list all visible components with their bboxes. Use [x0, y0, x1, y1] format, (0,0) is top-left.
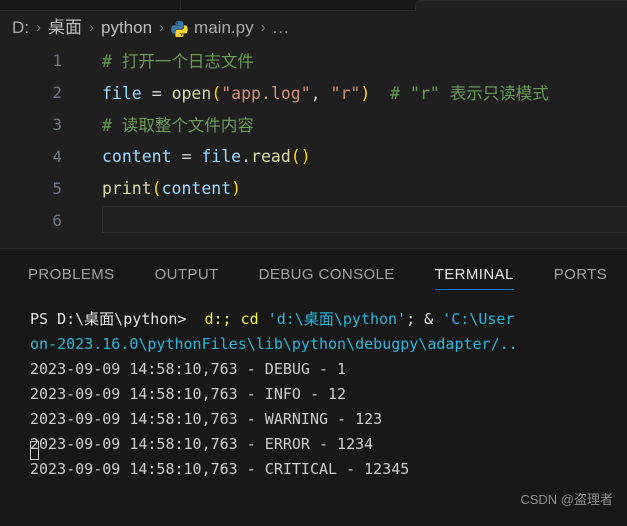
breadcrumb-separator: › [36, 19, 41, 36]
terminal-cursor [30, 441, 39, 460]
breadcrumb-overflow[interactable]: ... [273, 18, 290, 38]
watermark: CSDN @盗理者 [520, 492, 613, 507]
python-file-icon [171, 20, 188, 38]
code-token-paren: ) [231, 178, 242, 198]
code-line[interactable]: 6 [0, 204, 627, 236]
code-token-paren: ( [151, 178, 162, 198]
line-number: 4 [52, 146, 62, 166]
code-line-text: print(content) [62, 179, 241, 198]
line-number: 5 [52, 178, 62, 198]
breadcrumb: D: › 桌面 › python › main.py ›... [0, 11, 627, 44]
breadcrumb-separator: › [89, 19, 94, 36]
terminal-text: d:; [204, 310, 232, 328]
breadcrumb-item-folder[interactable]: 桌面 [48, 19, 82, 36]
panel-tab-problems[interactable]: PROBLEMS [28, 266, 115, 293]
editor-tab-active[interactable] [415, 0, 627, 11]
code-line-text: file = open("app.log", "r") # "r" 表示只读模式 [62, 80, 549, 104]
code-editor[interactable]: 1 # 打开一个日志文件 2 file = open("app.log", "r") … [0, 44, 627, 248]
terminal-text: on-2023.16.0\pythonFiles\lib\python\debu… [30, 335, 518, 353]
terminal-line: 2023-09-09 14:58:10,763 - INFO - 12 [30, 382, 627, 407]
code-token-str: "r" [330, 84, 361, 103]
panel-tab-ports[interactable]: PORTS [554, 266, 607, 293]
code-token-paren: ( [211, 84, 222, 103]
terminal-line: 2023-09-09 14:58:10,763 - DEBUG - 1 [30, 357, 627, 382]
panel-tab-terminal[interactable]: TERMINAL [434, 266, 514, 293]
line-number: 1 [52, 50, 62, 70]
tab-divider [180, 0, 181, 11]
terminal-text: 2023-09-09 14:58:10,763 - WARNING - 123 [30, 410, 383, 428]
vscode-window: D: › 桌面 › python › main.py ›... 1 # 打开一个日志文件 2 fil… [0, 0, 627, 526]
breadcrumb-item-file[interactable]: main.py [171, 18, 254, 38]
terminal-text: cd [240, 310, 259, 328]
breadcrumb-separator: › [260, 19, 266, 36]
breadcrumb-item-drive[interactable]: D: [12, 19, 29, 36]
breadcrumb-label: main.py [194, 18, 254, 37]
code-token-str: "app.log" [221, 84, 311, 103]
breadcrumb-label: D: [12, 18, 29, 37]
code-token-comment: # "r" 表示只读模式 [390, 84, 549, 103]
code-token-punct: , [310, 84, 331, 103]
code-line-text: # 读取整个文件内容 [62, 112, 254, 136]
panel-tab-output[interactable]: OUTPUT [155, 266, 219, 293]
code-token-var: file [102, 84, 142, 103]
code-line[interactable]: 3 # 读取整个文件内容 [0, 108, 627, 140]
code-line[interactable]: 2 file = open("app.log", "r") # "r" 表示只读模… [0, 76, 627, 108]
terminal-text: 'd:\桌面\python' [267, 310, 407, 328]
code-line-text: content = file.read() [62, 147, 311, 166]
code-token-paren: () [290, 146, 311, 166]
terminal-line: 2023-09-09 14:58:10,763 - CRITICAL - 123… [30, 457, 627, 482]
terminal-output[interactable]: PS D:\桌面\python> d:; cd 'd:\桌面\python'; … [0, 293, 627, 482]
terminal-text: 2023-09-09 14:58:10,763 - ERROR - 1234 [30, 435, 374, 453]
terminal-text: 2023-09-09 14:58:10,763 - INFO - 12 [30, 385, 347, 403]
line-number: 3 [52, 114, 62, 134]
terminal-line: on-2023.16.0\pythonFiles\lib\python\debu… [30, 332, 627, 357]
line-number: 6 [52, 210, 62, 230]
code-token-paren: ) [360, 84, 371, 103]
terminal-text: ; [406, 310, 425, 328]
terminal-text: & [424, 310, 443, 328]
code-token-var: content [161, 178, 232, 198]
code-token-comment: # 读取整个文件内容 [102, 116, 254, 135]
panel-tab-debug-console[interactable]: DEBUG CONSOLE [259, 266, 395, 293]
bottom-panel: PROBLEMS OUTPUT DEBUG CONSOLE TERMINAL PORTS… [0, 248, 627, 526]
code-token-op: = [171, 146, 202, 166]
code-token-var: content [102, 146, 172, 166]
breadcrumb-label: 桌面 [48, 18, 82, 37]
code-token-op: = [141, 84, 172, 103]
code-token-var: file [201, 146, 242, 166]
terminal-line: PS D:\桌面\python> d:; cd 'd:\桌面\python'; … [30, 307, 627, 332]
code-line[interactable]: 4 content = file.read() [0, 140, 627, 172]
panel-tab-list: PROBLEMS OUTPUT DEBUG CONSOLE TERMINAL PORTS [0, 249, 627, 293]
breadcrumb-item-folder[interactable]: python [101, 19, 152, 36]
code-token-punct: . [241, 146, 252, 166]
code-line[interactable]: 1 # 打开一个日志文件 [0, 44, 627, 76]
terminal-line: 2023-09-09 14:58:10,763 - WARNING - 123 [30, 407, 627, 432]
editor-tab-bar [0, 0, 627, 11]
code-token-func: print [102, 178, 152, 198]
code-token-comment: # 打开一个日志文件 [102, 52, 254, 71]
terminal-text: 2023-09-09 14:58:10,763 - CRITICAL - 123… [30, 460, 410, 478]
terminal-text: PS D:\桌面\python> [30, 310, 187, 328]
terminal-text: 2023-09-09 14:58:10,763 - DEBUG - 1 [30, 360, 347, 378]
breadcrumb-separator: › [159, 19, 165, 36]
breadcrumb-label: python [101, 18, 153, 37]
active-line-highlight [102, 206, 627, 233]
code-token-func: open [171, 84, 212, 103]
terminal-line: 2023-09-09 14:58:10,763 - ERROR - 1234 [30, 432, 627, 457]
code-line-text: # 打开一个日志文件 [62, 48, 254, 72]
terminal-text: 'C:\User [442, 310, 515, 328]
code-line[interactable]: 5 print(content) [0, 172, 627, 204]
line-number: 2 [52, 82, 62, 102]
code-token-func: read [251, 146, 291, 166]
